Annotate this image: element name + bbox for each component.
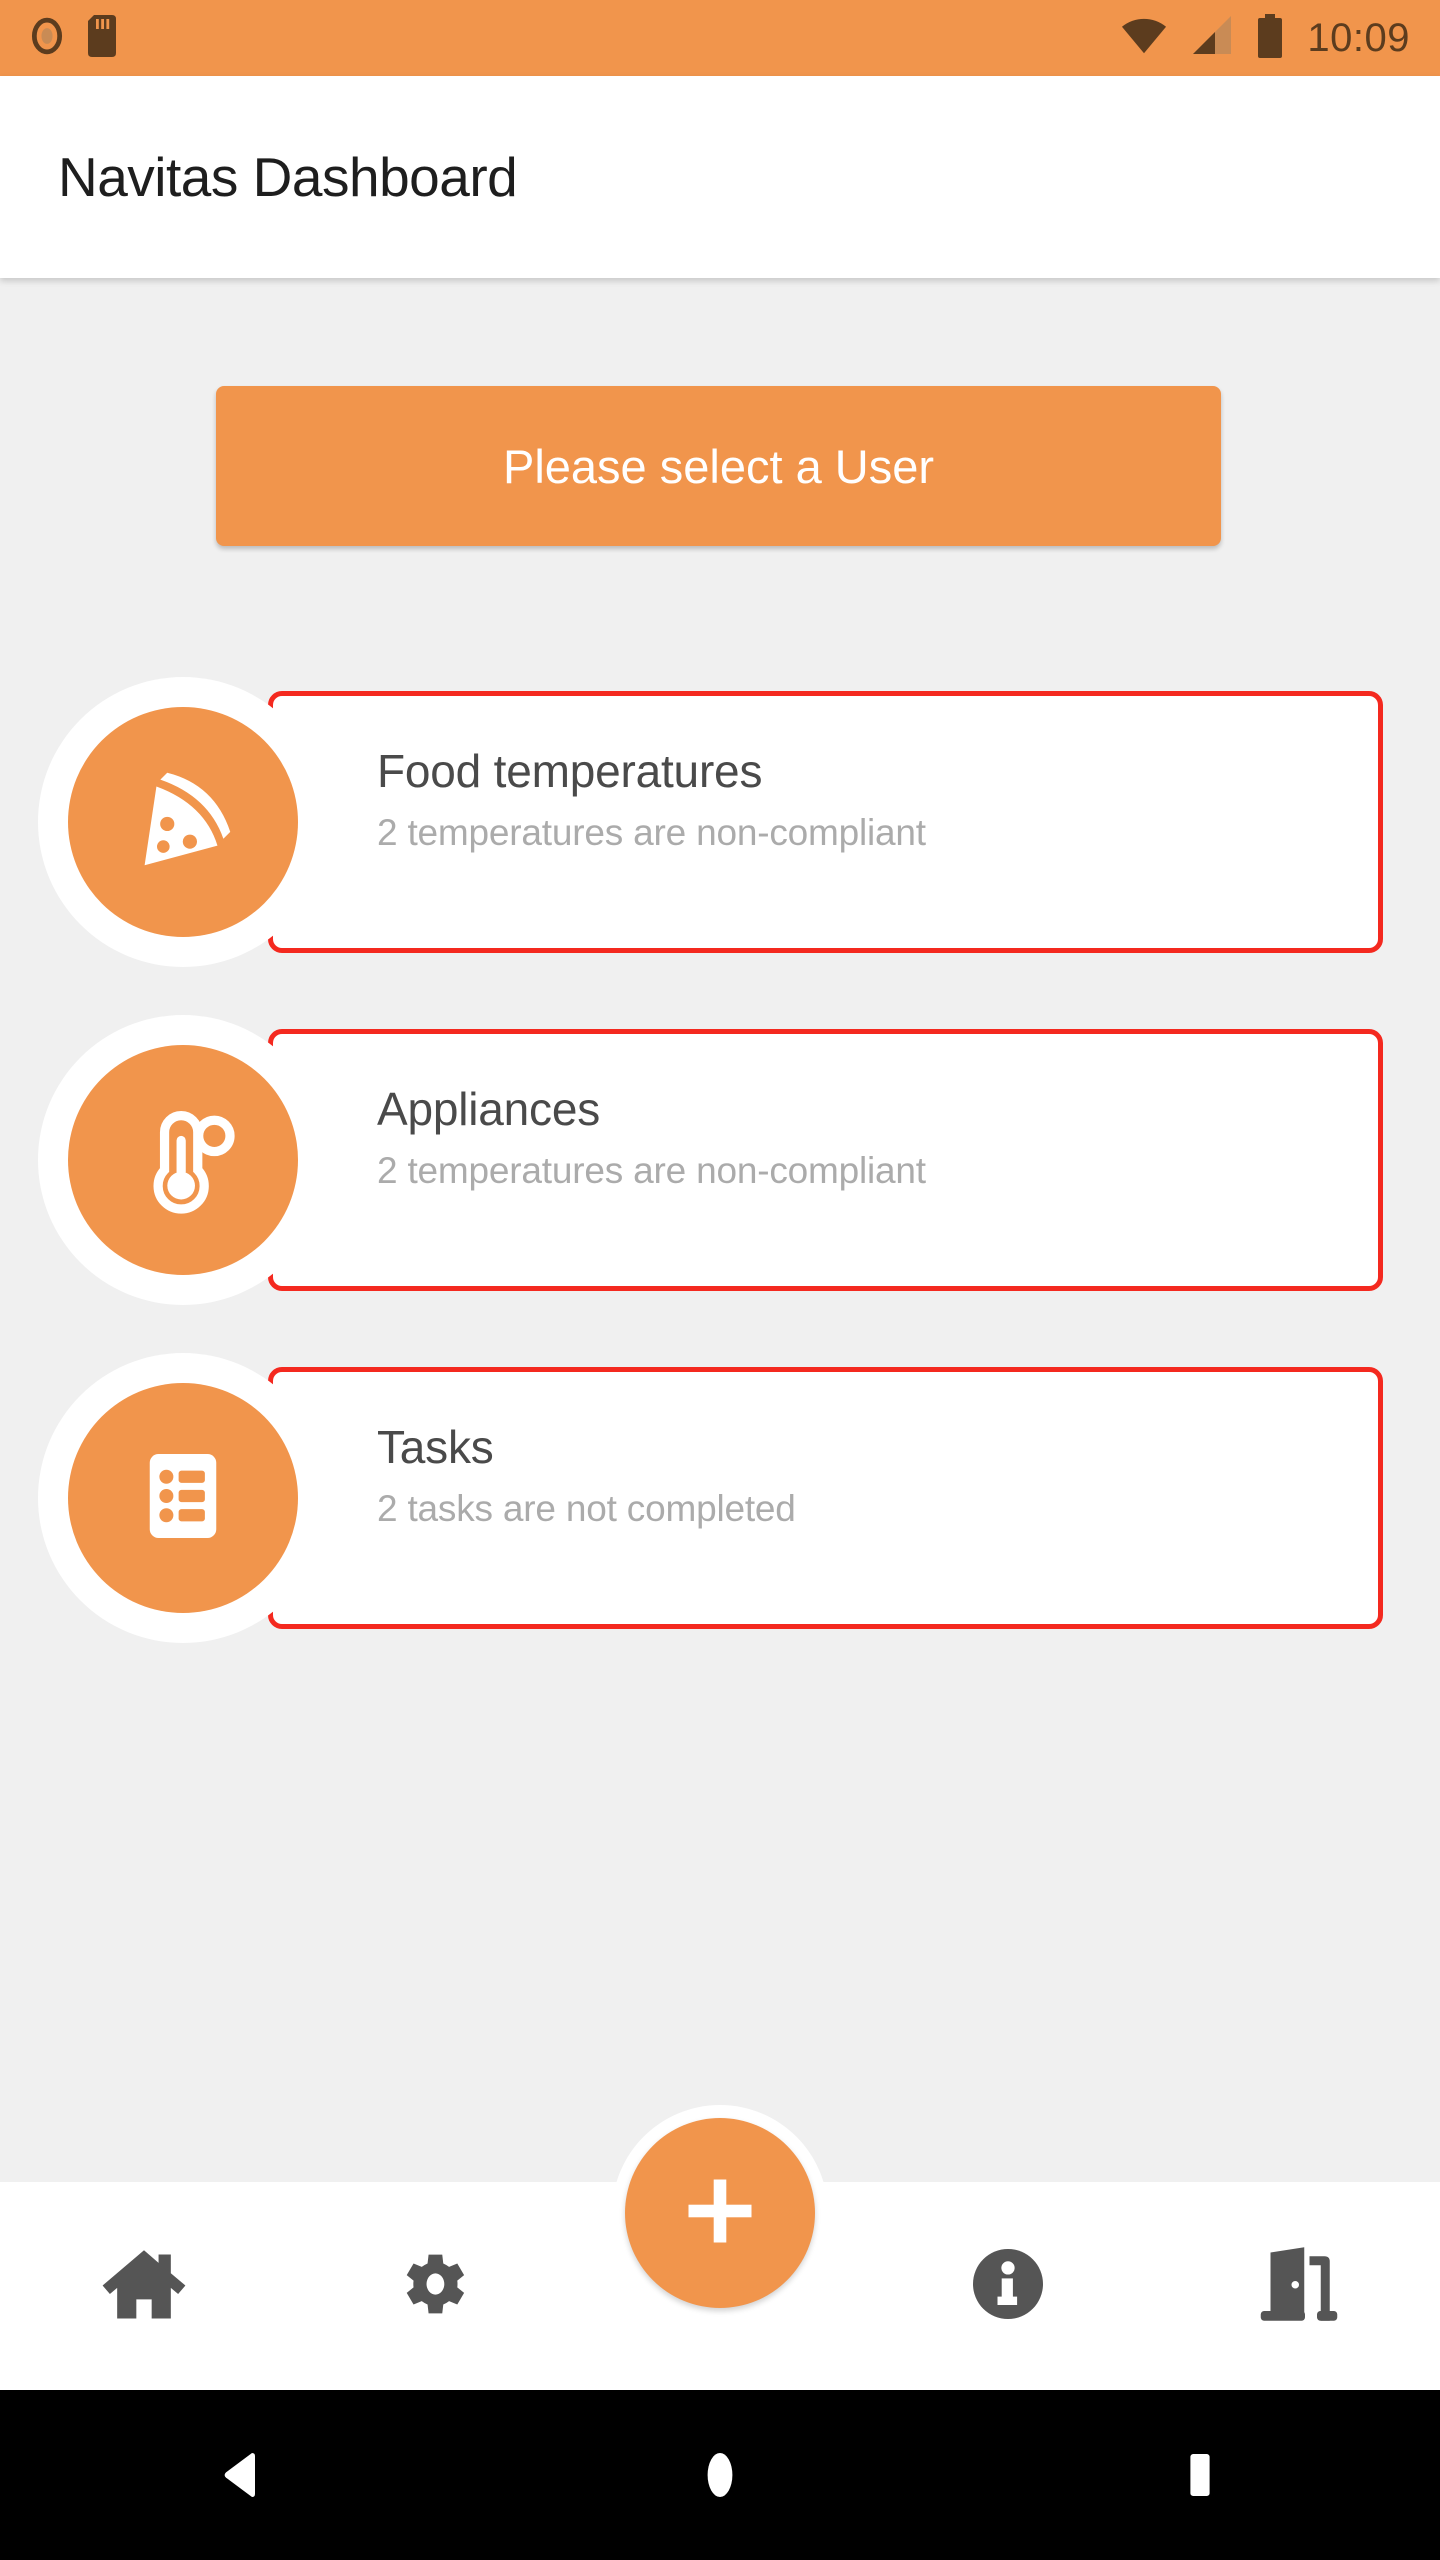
card-title: Food temperatures: [377, 745, 763, 797]
card-body[interactable]: Tasks 2 tasks are not completed: [268, 1367, 1383, 1629]
card-subtitle: 2 tasks are not completed: [377, 1487, 796, 1529]
task-list-icon: [127, 1440, 239, 1557]
nav-item-info[interactable]: [864, 2182, 1152, 2390]
sd-card-icon: [88, 14, 116, 62]
card-subtitle: 2 temperatures are non-compliant: [377, 811, 926, 853]
exit-door-icon: [1251, 2239, 1341, 2334]
card-title: Appliances: [377, 1083, 601, 1135]
add-fab-button[interactable]: [625, 2118, 815, 2308]
card-icon-badge: [38, 1353, 328, 1643]
nav-item-logout[interactable]: [1152, 2182, 1440, 2390]
dashboard-card-food-temperatures[interactable]: Food temperatures 2 temperatures are non…: [0, 677, 1440, 967]
dashboard-card-appliances[interactable]: Appliances 2 temperatures are non-compli…: [0, 1015, 1440, 1305]
card-subtitle: 2 temperatures are non-compliant: [377, 1149, 926, 1191]
signal-icon: [1189, 15, 1233, 61]
status-bar-right-icons: 10:09: [1121, 13, 1410, 63]
info-icon: [966, 2242, 1050, 2331]
card-text: Tasks 2 tasks are not completed: [377, 1422, 796, 1529]
recents-button[interactable]: [960, 2450, 1440, 2500]
card-body[interactable]: Appliances 2 temperatures are non-compli…: [268, 1029, 1383, 1291]
battery-icon: [1255, 13, 1285, 63]
card-icon-badge: [38, 1015, 328, 1305]
app-screen: 10:09 Navitas Dashboard Please select a …: [0, 0, 1440, 2560]
back-button[interactable]: [0, 2450, 480, 2500]
card-text: Food temperatures 2 temperatures are non…: [377, 746, 926, 853]
status-bar-clock: 10:09: [1307, 16, 1410, 60]
app-toolbar: Navitas Dashboard: [0, 76, 1440, 278]
icon-circle: [68, 1383, 298, 1613]
android-navigation-bar: [0, 2390, 1440, 2560]
card-icon-badge: [38, 677, 328, 967]
icon-circle: [68, 707, 298, 937]
icon-circle: [68, 1045, 298, 1275]
card-text: Appliances 2 temperatures are non-compli…: [377, 1084, 926, 1191]
gear-icon: [391, 2243, 473, 2330]
nav-item-home[interactable]: [0, 2182, 288, 2390]
dashboard-content: Please select a User Food temperatures 2…: [0, 278, 1440, 2182]
home-icon: [98, 2238, 190, 2335]
status-bar: 10:09: [0, 0, 1440, 76]
wifi-icon: [1121, 16, 1167, 61]
dashboard-card-tasks[interactable]: Tasks 2 tasks are not completed: [0, 1353, 1440, 1643]
thermometer-icon: [124, 1099, 242, 1222]
home-button[interactable]: [480, 2448, 960, 2502]
status-bar-left-icons: [28, 14, 116, 62]
page-title: Navitas Dashboard: [58, 146, 518, 208]
pizza-slice-icon: [120, 757, 246, 888]
card-body[interactable]: Food temperatures 2 temperatures are non…: [268, 691, 1383, 953]
plus-icon: [678, 2169, 762, 2258]
card-title: Tasks: [377, 1421, 494, 1473]
select-user-button[interactable]: Please select a User: [216, 386, 1221, 546]
fab-container: [612, 2105, 828, 2321]
record-icon: [28, 17, 66, 60]
nav-item-settings[interactable]: [288, 2182, 576, 2390]
